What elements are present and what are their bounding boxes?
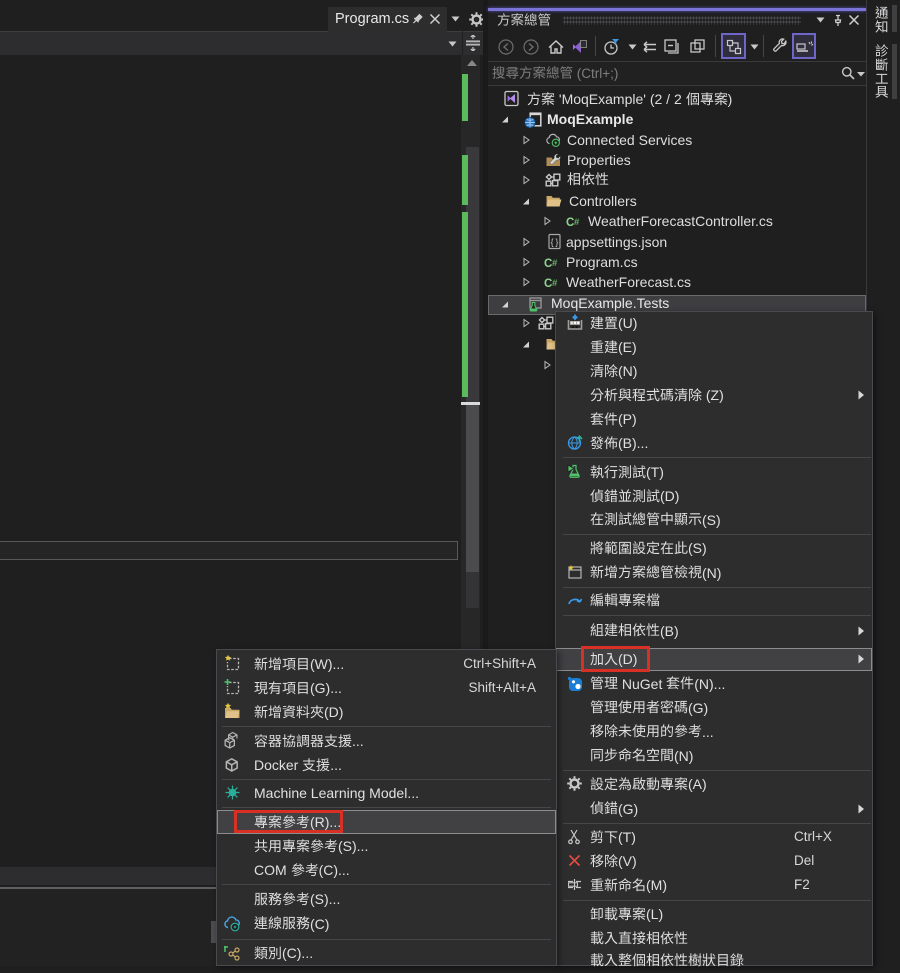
svg-text:#: # [552,258,558,269]
svg-text:#: # [574,217,580,228]
svg-text:{ }: { } [551,237,559,247]
svg-text:#: # [552,278,558,289]
